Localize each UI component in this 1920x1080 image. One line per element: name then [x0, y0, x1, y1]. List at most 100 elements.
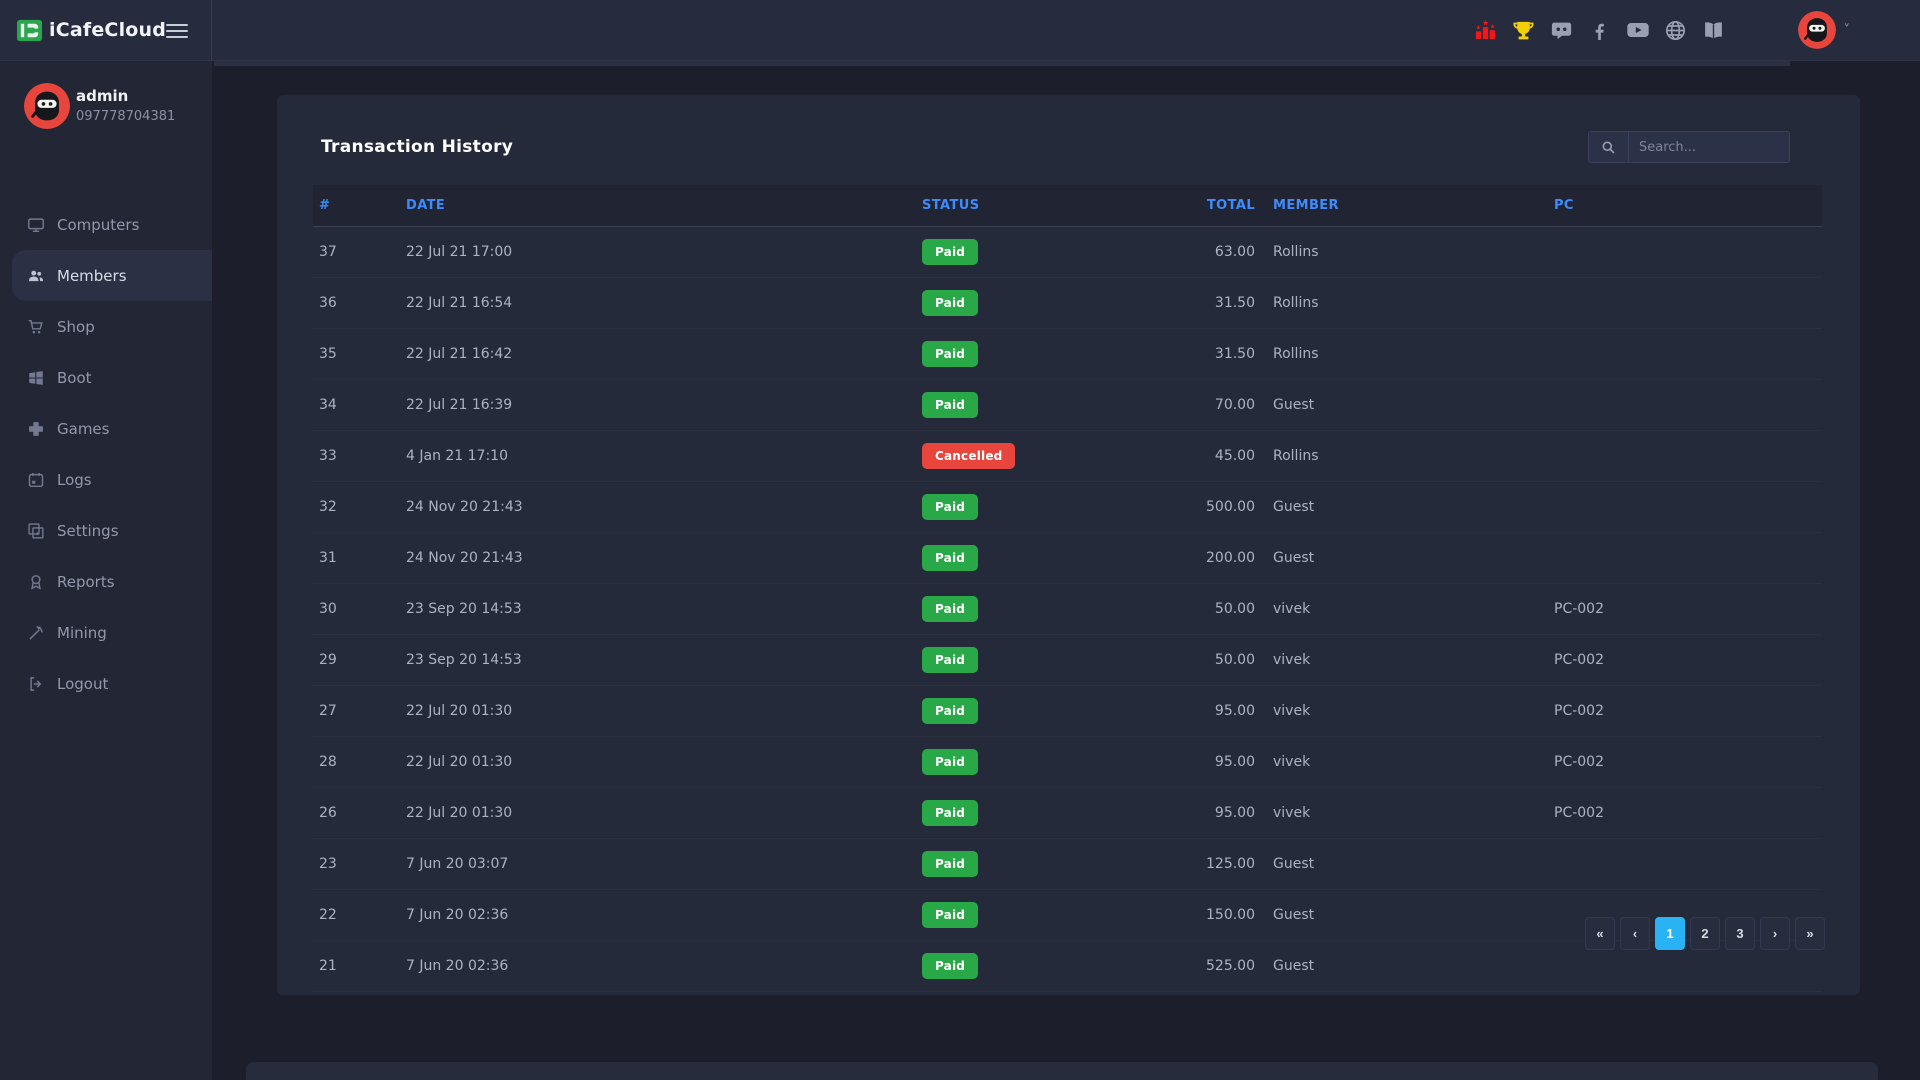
cell-total: 500.00 [1131, 482, 1261, 533]
discord-icon[interactable] [1550, 18, 1574, 42]
sidebar-item-settings[interactable]: Settings [0, 505, 212, 556]
guide-icon[interactable] [1702, 18, 1726, 42]
col-header-id[interactable]: # [313, 185, 400, 227]
sidebar-item-label: Settings [57, 522, 119, 540]
mining-icon [27, 624, 45, 642]
cell-id: 28 [313, 737, 400, 788]
cell-member: vivek [1261, 635, 1548, 686]
svg-text:★: ★ [1476, 24, 1482, 31]
sidebar-item-label: Boot [57, 369, 92, 387]
table-row[interactable]: 2923 Sep 20 14:53Paid50.00vivekPC-002 [313, 635, 1822, 686]
cell-pc: PC-002 [1548, 584, 1822, 635]
brand-name: iCafeCloud [49, 19, 166, 41]
search-icon[interactable] [1589, 132, 1629, 162]
table-row[interactable]: 2622 Jul 20 01:30Paid95.00vivekPC-002 [313, 788, 1822, 839]
status-badge: Paid [922, 239, 978, 265]
col-header-date[interactable]: DATE [400, 185, 916, 227]
col-header-total[interactable]: TOTAL [1131, 185, 1261, 227]
table-row[interactable]: 3124 Nov 20 21:43Paid200.00Guest [313, 533, 1822, 584]
cell-id: 26 [313, 788, 400, 839]
pagination-page-2-button[interactable]: 2 [1690, 917, 1720, 950]
brand-logo-icon [16, 17, 43, 44]
leaderboard-icon[interactable]: ★★★ [1474, 18, 1498, 42]
table-row[interactable]: 334 Jan 21 17:10Cancelled45.00Rollins [313, 431, 1822, 482]
cell-member: Guest [1261, 890, 1548, 941]
trophy-icon[interactable] [1512, 18, 1536, 42]
cell-pc [1548, 839, 1822, 890]
cell-status: Paid [916, 278, 1131, 329]
table-row[interactable]: 237 Jun 20 03:07Paid125.00Guest [313, 839, 1822, 890]
computers-icon [27, 216, 45, 234]
menu-toggle-button[interactable] [166, 20, 190, 40]
cell-date: 7 Jun 20 03:07 [400, 839, 916, 890]
cell-total: 95.00 [1131, 737, 1261, 788]
cell-pc [1548, 431, 1822, 482]
sidebar-item-logs[interactable]: Logs [0, 454, 212, 505]
topbar-actions: ★★★ ˅ [212, 0, 1920, 60]
pagination-last-button[interactable]: » [1795, 917, 1825, 950]
svg-text:★: ★ [1490, 23, 1496, 30]
sidebar-item-members[interactable]: Members [12, 250, 212, 301]
sidebar-item-computers[interactable]: Computers [0, 199, 212, 250]
members-icon [27, 267, 45, 285]
sidebar-item-mining[interactable]: Mining [0, 607, 212, 658]
pagination-first-button[interactable]: « [1585, 917, 1615, 950]
sidebar-item-logout[interactable]: Logout [0, 658, 212, 709]
horizontal-scrollbar[interactable] [214, 61, 1790, 66]
col-header-member[interactable]: MEMBER [1261, 185, 1548, 227]
logs-icon [27, 471, 45, 489]
cell-status: Paid [916, 584, 1131, 635]
cell-pc [1548, 533, 1822, 584]
transaction-history-card: Transaction History # DATE STATUS TOTAL … [277, 95, 1860, 995]
brand: iCafeCloud [0, 0, 212, 60]
table-row[interactable]: 3023 Sep 20 14:53Paid50.00vivekPC-002 [313, 584, 1822, 635]
cell-member: vivek [1261, 584, 1548, 635]
status-badge: Paid [922, 341, 978, 367]
sidebar-item-shop[interactable]: Shop [0, 301, 212, 352]
pagination-page-3-button[interactable]: 3 [1725, 917, 1755, 950]
col-header-status[interactable]: STATUS [916, 185, 1131, 227]
table-row[interactable]: 3622 Jul 21 16:54Paid31.50Rollins [313, 278, 1822, 329]
pagination-next-button[interactable]: › [1760, 917, 1790, 950]
page-title: Transaction History [321, 137, 513, 157]
sidebar-item-reports[interactable]: Reports [0, 556, 212, 607]
cell-member: Rollins [1261, 278, 1548, 329]
col-header-pc[interactable]: PC [1548, 185, 1822, 227]
cell-status: Paid [916, 635, 1131, 686]
settings-icon [27, 522, 45, 540]
cell-member: Guest [1261, 380, 1548, 431]
table-row[interactable]: 3224 Nov 20 21:43Paid500.00Guest [313, 482, 1822, 533]
sidebar-item-label: Computers [57, 216, 139, 234]
sidebar-user-phone: 097778704381 [76, 109, 175, 124]
table-row[interactable]: 3722 Jul 21 17:00Paid63.00Rollins [313, 227, 1822, 278]
cell-total: 125.00 [1131, 839, 1261, 890]
cell-status: Paid [916, 533, 1131, 584]
table-row[interactable]: 3522 Jul 21 16:42Paid31.50Rollins [313, 329, 1822, 380]
sidebar-item-boot[interactable]: Boot [0, 352, 212, 403]
youtube-icon[interactable] [1626, 18, 1650, 42]
pagination-prev-button[interactable]: ‹ [1620, 917, 1650, 950]
cell-total: 95.00 [1131, 686, 1261, 737]
sidebar-item-games[interactable]: Games [0, 403, 212, 454]
status-badge: Cancelled [922, 443, 1015, 469]
cell-date: 22 Jul 20 01:30 [400, 788, 916, 839]
status-badge: Paid [922, 800, 978, 826]
user-avatar-ninja-icon [1798, 11, 1836, 49]
cell-date: 22 Jul 21 17:00 [400, 227, 916, 278]
status-badge: Paid [922, 392, 978, 418]
cell-pc [1548, 482, 1822, 533]
table-row[interactable]: 3422 Jul 21 16:39Paid70.00Guest [313, 380, 1822, 431]
status-badge: Paid [922, 494, 978, 520]
status-badge: Paid [922, 545, 978, 571]
cell-total: 45.00 [1131, 431, 1261, 482]
pagination-page-1-button[interactable]: 1 [1655, 917, 1685, 950]
globe-icon[interactable] [1664, 18, 1688, 42]
table-row[interactable]: 2822 Jul 20 01:30Paid95.00vivekPC-002 [313, 737, 1822, 788]
cell-status: Paid [916, 890, 1131, 941]
user-menu[interactable]: ˅ [1798, 11, 1851, 49]
table-row[interactable]: 2722 Jul 20 01:30Paid95.00vivekPC-002 [313, 686, 1822, 737]
search-input[interactable] [1629, 132, 1789, 162]
facebook-icon[interactable] [1588, 18, 1612, 42]
games-icon [27, 420, 45, 438]
cell-id: 22 [313, 890, 400, 941]
